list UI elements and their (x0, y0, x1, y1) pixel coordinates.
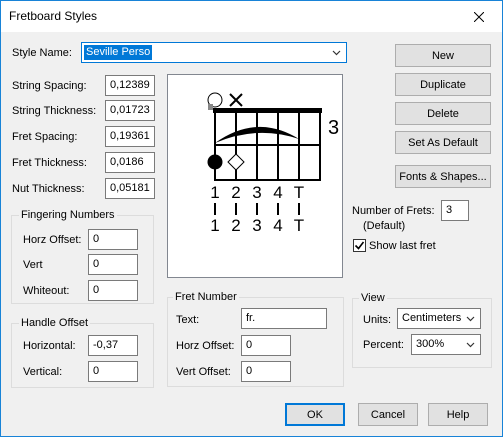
bottom-ticks (214, 203, 300, 215)
string-spacing-label: String Spacing: (12, 80, 87, 92)
number-of-frets-input[interactable]: 3 (441, 200, 469, 221)
fret-number-horz-input[interactable]: 0 (241, 335, 291, 356)
handle-icon (208, 104, 213, 110)
show-last-fret-label: Show last fret (369, 240, 436, 252)
finger-top-3: 3 (252, 183, 261, 202)
fretboard-styles-dialog: Fretboard Styles Style Name: Seville Per… (0, 0, 503, 437)
number-of-frets-default-label: (Default) (363, 220, 406, 232)
percent-select[interactable]: 300% (411, 334, 481, 355)
fret-number-vert-label: Vert Offset: (176, 366, 231, 378)
fingering-whiteout-label: Whiteout: (23, 285, 70, 297)
units-label: Units: (363, 314, 392, 326)
fret-thickness-label: Fret Thickness: (12, 157, 87, 169)
percent-label: Percent: (363, 339, 404, 351)
percent-value: 300% (416, 338, 445, 350)
fretboard-preview: 3 1 2 3 4 T 1 2 3 4 T (167, 74, 343, 278)
set-as-default-button[interactable]: Set As Default (395, 131, 491, 154)
checkmark-icon (354, 241, 365, 250)
finger-bottom-t: T (294, 216, 304, 235)
string-thickness-input[interactable]: 0,01723 (105, 100, 155, 121)
delete-button[interactable]: Delete (395, 102, 491, 125)
ok-button[interactable]: OK (285, 403, 345, 426)
units-value: Centimeters (402, 312, 462, 324)
nut-thickness-input[interactable]: 0,05181 (105, 178, 155, 199)
finger-dot (207, 154, 223, 170)
style-name-label: Style Name: (12, 47, 72, 59)
finger-top-1: 1 (210, 183, 219, 202)
handle-vertical-label: Vertical: (23, 366, 63, 378)
show-last-fret-checkbox[interactable] (353, 239, 366, 252)
number-of-frets-label: Number of Frets: (352, 205, 435, 217)
close-button[interactable] (456, 1, 502, 32)
mute-x-icon (229, 93, 243, 107)
fret-number-label: 3 (328, 117, 339, 139)
fingering-horz-offset-input[interactable]: 0 (88, 229, 138, 250)
finger-bottom-2: 2 (231, 216, 240, 235)
fret-number-title: Fret Number (173, 291, 239, 303)
view-title: View (359, 292, 387, 304)
close-icon (474, 11, 484, 22)
fingering-vert-input[interactable]: 0 (88, 254, 138, 275)
finger-bottom-3: 3 (252, 216, 261, 235)
window-title: Fretboard Styles (9, 9, 98, 23)
nut-thickness-label: Nut Thickness: (12, 183, 85, 195)
fingering-horz-offset-label: Horz Offset: (23, 234, 82, 246)
finger-bottom-4: 4 (273, 216, 282, 235)
duplicate-button[interactable]: Duplicate (395, 73, 491, 96)
fret-number-horz-label: Horz Offset: (176, 340, 235, 352)
handle-offset-title: Handle Offset (19, 317, 91, 329)
fretboard-diagram: 3 1 2 3 4 T 1 2 3 4 T (207, 92, 339, 235)
fonts-shapes-button[interactable]: Fonts & Shapes... (395, 165, 491, 188)
fingering-whiteout-input[interactable]: 0 (88, 280, 138, 301)
fret-number-text-input[interactable]: fr. (241, 308, 327, 329)
units-select[interactable]: Centimeters (397, 308, 481, 329)
string-spacing-input[interactable]: 0,12389 (105, 75, 155, 96)
finger-top-2: 2 (231, 183, 240, 202)
new-button[interactable]: New (395, 44, 491, 67)
chevron-down-icon (466, 342, 475, 348)
fret-thickness-input[interactable]: 0,0186 (105, 152, 155, 173)
help-button[interactable]: Help (428, 403, 488, 426)
handle-vertical-input[interactable]: 0 (88, 361, 138, 382)
style-name-combo[interactable]: Seville Perso (81, 42, 347, 63)
finger-bottom-1: 1 (210, 216, 219, 235)
cancel-button[interactable]: Cancel (358, 403, 418, 426)
handle-horizontal-label: Horizontal: (23, 340, 76, 352)
chevron-down-icon (332, 50, 341, 56)
fret-number-text-label: Text: (176, 314, 200, 326)
string-thickness-label: String Thickness: (12, 105, 97, 117)
style-name-value: Seville Perso (84, 45, 153, 60)
title-bar: Fretboard Styles (1, 1, 502, 32)
handle-horizontal-input[interactable]: -0,37 (88, 335, 138, 356)
fret-spacing-label: Fret Spacing: (12, 131, 78, 143)
fret-spacing-input[interactable]: 0,19361 (105, 126, 155, 147)
chevron-down-icon (466, 316, 475, 322)
fingering-numbers-title: Fingering Numbers (19, 209, 117, 221)
fingering-vert-label: Vert (23, 259, 43, 271)
nut-bar (213, 108, 322, 113)
diamond-marker-icon (227, 153, 245, 171)
finger-top-4: 4 (273, 183, 282, 202)
finger-top-t: T (294, 183, 304, 202)
fret-number-vert-input[interactable]: 0 (241, 361, 291, 382)
